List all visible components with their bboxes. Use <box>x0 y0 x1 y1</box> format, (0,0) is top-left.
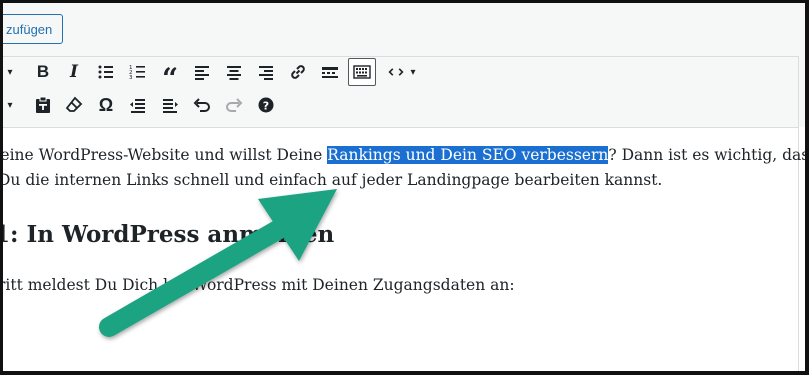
editor-toolbar: ▾ B I 123 “ ▾ ▾ Ω ? <box>3 57 798 128</box>
indent-icon[interactable] <box>156 91 184 119</box>
screenshot-frame: zufügen ▾ B I 123 “ ▾ ▾ Ω ? Deine WordPr… <box>0 0 809 375</box>
outdent-icon[interactable] <box>124 91 152 119</box>
selected-text[interactable]: Rankings und Dein SEO verbessern <box>327 146 609 164</box>
add-media-button[interactable]: zufügen <box>3 14 64 44</box>
color-dropdown-arrow-icon[interactable]: ▾ <box>3 91 18 119</box>
svg-text:?: ? <box>263 99 269 112</box>
paragraph-1: Deine WordPress-Website und willst Deine… <box>0 143 809 193</box>
section-heading: 1: In WordPress anmelden <box>0 221 335 248</box>
italic-icon[interactable]: I <box>60 58 88 86</box>
blockquote-icon[interactable]: “ <box>156 58 184 95</box>
special-character-icon[interactable]: Ω <box>92 91 120 119</box>
align-center-icon[interactable] <box>220 58 248 86</box>
editor-content[interactable]: Deine WordPress-Website und willst Deine… <box>0 129 805 371</box>
paste-text-icon[interactable] <box>29 91 57 119</box>
link-icon[interactable] <box>284 58 312 86</box>
classic-editor: ▾ B I 123 “ ▾ ▾ Ω ? Deine WordPress-Webs… <box>0 56 805 371</box>
code-icon[interactable]: ▾ <box>382 58 422 86</box>
numbered-list-icon[interactable]: 123 <box>124 58 152 86</box>
clear-formatting-icon[interactable] <box>60 91 88 119</box>
paragraph-1-line-2: Du die internen Links schnell und einfac… <box>0 171 663 189</box>
paragraph-1-text-after: ? Dann ist es wichtig, dass Du in Wo <box>608 146 809 164</box>
code-dropdown-arrow-icon[interactable]: ▾ <box>410 67 415 78</box>
toolbar-toggle-icon[interactable] <box>348 58 376 86</box>
bullet-list-icon[interactable] <box>92 58 120 86</box>
paragraph-1-text-before: Deine WordPress-Website und willst Deine <box>0 146 328 164</box>
read-more-icon[interactable] <box>316 58 344 86</box>
undo-icon[interactable] <box>188 91 216 119</box>
paragraph-2: hritt meldest Du Dich bei WordPress mit … <box>0 276 515 294</box>
help-icon[interactable]: ? <box>252 91 280 119</box>
align-right-icon[interactable] <box>252 58 280 86</box>
format-dropdown-arrow-icon[interactable]: ▾ <box>3 58 18 86</box>
svg-text:3: 3 <box>129 75 133 81</box>
redo-icon[interactable] <box>220 91 248 119</box>
align-left-icon[interactable] <box>188 58 216 86</box>
bold-icon[interactable]: B <box>29 58 57 86</box>
